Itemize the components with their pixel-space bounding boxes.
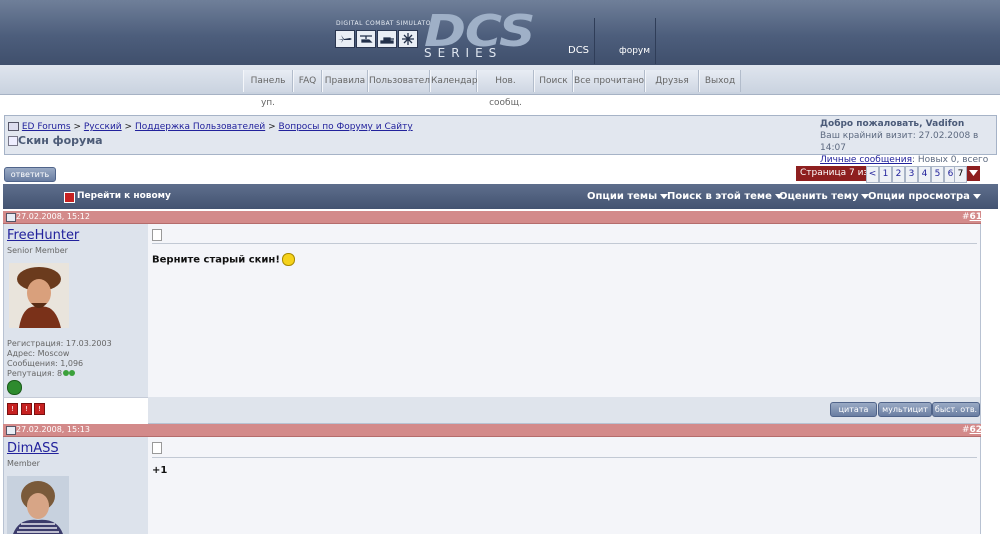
post-number[interactable]: #62 [962,425,982,435]
rate-thread-menu[interactable]: Оценить тему [779,191,870,202]
reputation-icon [69,370,76,376]
dropdown-arrow-icon [972,193,981,199]
nav-item-friends[interactable]: Друзья [645,70,699,92]
nav-item-control-panel[interactable]: Панель уп. [243,70,293,108]
helicopter-icon [356,30,376,48]
post-text: +1 [152,465,168,476]
message-separator [152,243,977,244]
badge-icon [7,380,22,395]
last-visit: Ваш крайний визит: 27.02.2008 в 14:07 [820,131,979,153]
thread-options-menu[interactable]: Опции темы [587,191,669,202]
post-number-prefix: # [962,425,970,435]
private-messages-link[interactable]: Личные сообщения [820,155,912,165]
breadcrumb-russian[interactable]: Русский [84,122,122,132]
username[interactable]: DimASS [7,441,59,456]
tank-icon [377,30,397,48]
search-thread-label: Поиск в этой теме [667,191,772,202]
nav-item-rules[interactable]: Правила [322,70,368,92]
post-number-value: 61 [969,212,983,222]
post-date: 27.02.2008, 15:13 [16,425,90,434]
multiquote-button[interactable]: мультицит [878,402,932,417]
reload-icon[interactable] [8,136,18,146]
logo-series: SERIES [424,46,503,60]
page-7-current: 7 [954,166,967,183]
jet-icon [335,30,355,48]
quick-reply-button[interactable]: быст. отв. [932,402,980,417]
avatar-image [9,263,69,328]
avatar-image [7,476,69,534]
header-link-dcs[interactable]: DCS [568,45,589,56]
nav-item-search[interactable]: Поиск [534,70,573,92]
warn-icon[interactable]: ! [34,403,45,415]
username[interactable]: FreeHunter [7,228,79,243]
user-title: Member [7,459,40,468]
thread-options-label: Опции темы [587,191,658,202]
folder-icon [8,122,19,131]
breadcrumb-forum-questions[interactable]: Вопросы по Форуму и Сайту [279,122,413,132]
chevron-down-icon [969,170,978,176]
page-1[interactable]: 1 [879,166,892,183]
user-online-icon[interactable]: ! [7,403,18,415]
search-thread-menu[interactable]: Поиск в этой теме [667,191,783,202]
nav-item-logout[interactable]: Выход [699,70,741,92]
view-options-label: Опции просмотра [868,191,970,202]
message-panel [148,224,981,397]
page-5[interactable]: 5 [931,166,944,183]
document-icon [152,442,162,454]
breadcrumb-separator: > [268,122,276,132]
user-address: Адрес: Moscow [7,349,70,358]
page-4[interactable]: 4 [918,166,931,183]
nav-item-new-posts[interactable]: Нов. сообщ. [477,70,534,108]
post-number[interactable]: #61 [962,212,982,222]
logo-subtitle: DIGITAL COMBAT SIMULATOR [336,20,436,27]
user-messages: Сообщения: 1,096 [7,359,84,368]
page-jump-dropdown[interactable] [967,166,980,181]
welcome-greeting: Добро пожаловать, Vadifon [820,119,965,129]
page-title: Скин форума [18,134,103,147]
new-post-icon [64,192,75,203]
page-prev[interactable]: < [866,166,879,183]
breadcrumb-ed-forums[interactable]: ED Forums [22,122,71,132]
smile-icon [281,253,295,266]
header-link-forum[interactable]: форум [619,46,650,56]
header-divider [655,18,656,64]
post-text-body: Верните старый скин! [152,254,280,266]
message-separator [152,457,977,458]
breadcrumb-separator: > [73,122,81,132]
message-panel [148,437,981,534]
post-date: 27.02.2008, 15:12 [16,212,90,221]
user-stats: Регистрация: 17.03.2003 Адрес: Moscow Со… [7,339,112,379]
avatar[interactable] [7,476,69,534]
document-icon [152,229,162,241]
page-3[interactable]: 3 [905,166,918,183]
nav-item-calendar[interactable]: Календарь [430,70,483,92]
post-text: Верните старый скин! [152,253,295,266]
post-number-prefix: # [962,212,970,222]
post-header [3,211,981,224]
user-registration: Регистрация: 17.03.2003 [7,339,112,348]
aircraft-icon [398,30,418,48]
breadcrumb-user-support[interactable]: Поддержка Пользователей [135,122,265,132]
post-icon [6,213,16,222]
user-reputation: Репутация: 8 [7,369,112,379]
goto-new-link[interactable]: Перейти к новому [77,191,171,201]
breadcrumb-separator: > [124,122,133,132]
rate-thread-label: Оценить тему [779,191,859,202]
user-reputation-text: Репутация: 8 [7,369,63,378]
post-header [3,424,981,437]
user-title: Senior Member [7,246,68,255]
breadcrumb: ED Forums > Русский > Поддержка Пользова… [8,122,413,132]
nav-item-mark-read[interactable]: Все прочитано [573,70,645,92]
quote-button[interactable]: цитата [830,402,877,417]
header-divider [594,18,595,64]
page-2[interactable]: 2 [892,166,905,183]
nav-item-faq[interactable]: FAQ [293,70,322,92]
report-icon[interactable]: ! [21,403,32,415]
view-options-menu[interactable]: Опции просмотра [868,191,981,202]
avatar[interactable] [9,263,69,328]
post-icon [6,426,16,435]
nav-item-users[interactable]: Пользователи [368,70,436,92]
post-number-value: 62 [969,425,983,435]
reply-button[interactable]: ответить [4,167,56,182]
